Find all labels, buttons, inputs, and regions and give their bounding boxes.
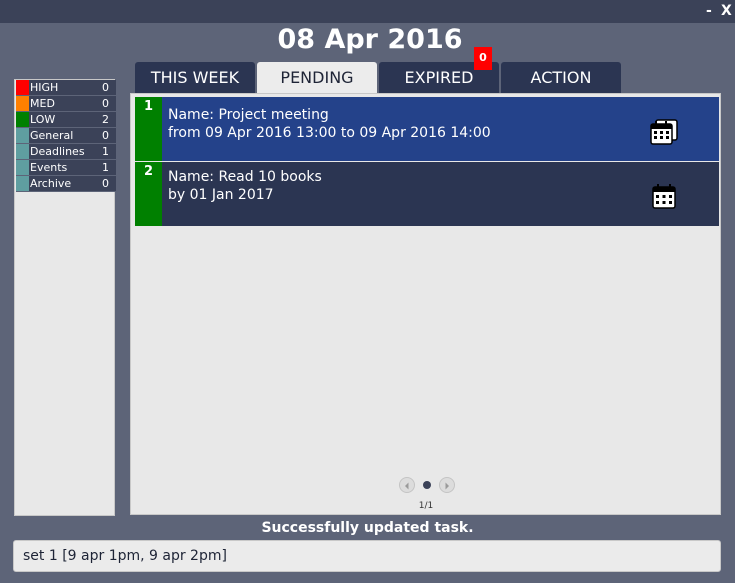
category-events[interactable]: Events 1 (16, 160, 116, 176)
minimize-button[interactable]: - (706, 2, 712, 20)
category-label: MED (30, 97, 55, 110)
category-med[interactable]: MED 0 (16, 96, 116, 112)
category-count: 2 (102, 113, 109, 126)
chevron-right-icon (445, 482, 449, 490)
category-label: LOW (30, 113, 56, 126)
category-archive[interactable]: Archive 0 (16, 176, 116, 192)
category-sidebar: HIGH 0 MED 0 LOW 2 General 0 Deadlines 1… (14, 79, 116, 516)
category-label: General (30, 129, 74, 142)
page-indicator-dot[interactable] (423, 481, 431, 489)
calendar-icon (652, 184, 676, 209)
chevron-left-icon (405, 482, 409, 490)
category-count: 0 (102, 129, 109, 142)
category-general[interactable]: General 0 (16, 128, 116, 144)
category-count: 0 (102, 177, 109, 190)
category-deadlines[interactable]: Deadlines 1 (16, 144, 116, 160)
task-time: by 01 Jan 2017 (168, 187, 274, 203)
category-swatch (16, 144, 29, 159)
category-label: HIGH (30, 81, 59, 94)
priority-swatch (16, 96, 29, 111)
task-item[interactable]: 2 Name: Read 10 books by 01 Jan 2017 (135, 162, 719, 226)
category-label: Events (30, 161, 68, 174)
task-number: 2 (135, 162, 162, 226)
expired-count-badge: 0 (474, 47, 492, 70)
previous-page-button[interactable] (399, 477, 415, 493)
tab-this-week[interactable]: THIS WEEK (135, 62, 255, 93)
category-count: 1 (102, 161, 109, 174)
priority-swatch (16, 112, 29, 127)
page-number: 1/1 (418, 501, 434, 511)
command-input[interactable] (13, 540, 721, 572)
task-item[interactable]: 1 Name: Project meeting from 09 Apr 2016… (135, 97, 719, 161)
tab-pending[interactable]: PENDING (257, 62, 377, 93)
task-name: Name: Project meeting (168, 107, 329, 123)
category-swatch (16, 176, 29, 191)
priority-swatch (16, 80, 29, 95)
category-count: 0 (102, 97, 109, 110)
category-swatch (16, 160, 29, 175)
category-count: 0 (102, 81, 109, 94)
task-number: 1 (135, 97, 162, 161)
category-label: Archive (30, 177, 72, 190)
status-message: Successfully updated task. (261, 520, 474, 536)
category-count: 1 (102, 145, 109, 158)
category-high[interactable]: HIGH 0 (16, 80, 116, 96)
tab-action[interactable]: ACTION (501, 62, 621, 93)
task-list-panel: 1 Name: Project meeting from 09 Apr 2016… (130, 93, 721, 515)
category-swatch (16, 128, 29, 143)
pagination (396, 477, 456, 493)
title-bar: - X (0, 0, 735, 23)
calendar-range-icon (650, 119, 678, 145)
task-time: from 09 Apr 2016 13:00 to 09 Apr 2016 14… (168, 125, 491, 141)
next-page-button[interactable] (439, 477, 455, 493)
task-name: Name: Read 10 books (168, 169, 322, 185)
category-low[interactable]: LOW 2 (16, 112, 116, 128)
close-button[interactable]: X (721, 2, 732, 20)
category-label: Deadlines (30, 145, 85, 158)
current-date: 08 Apr 2016 (277, 24, 463, 55)
